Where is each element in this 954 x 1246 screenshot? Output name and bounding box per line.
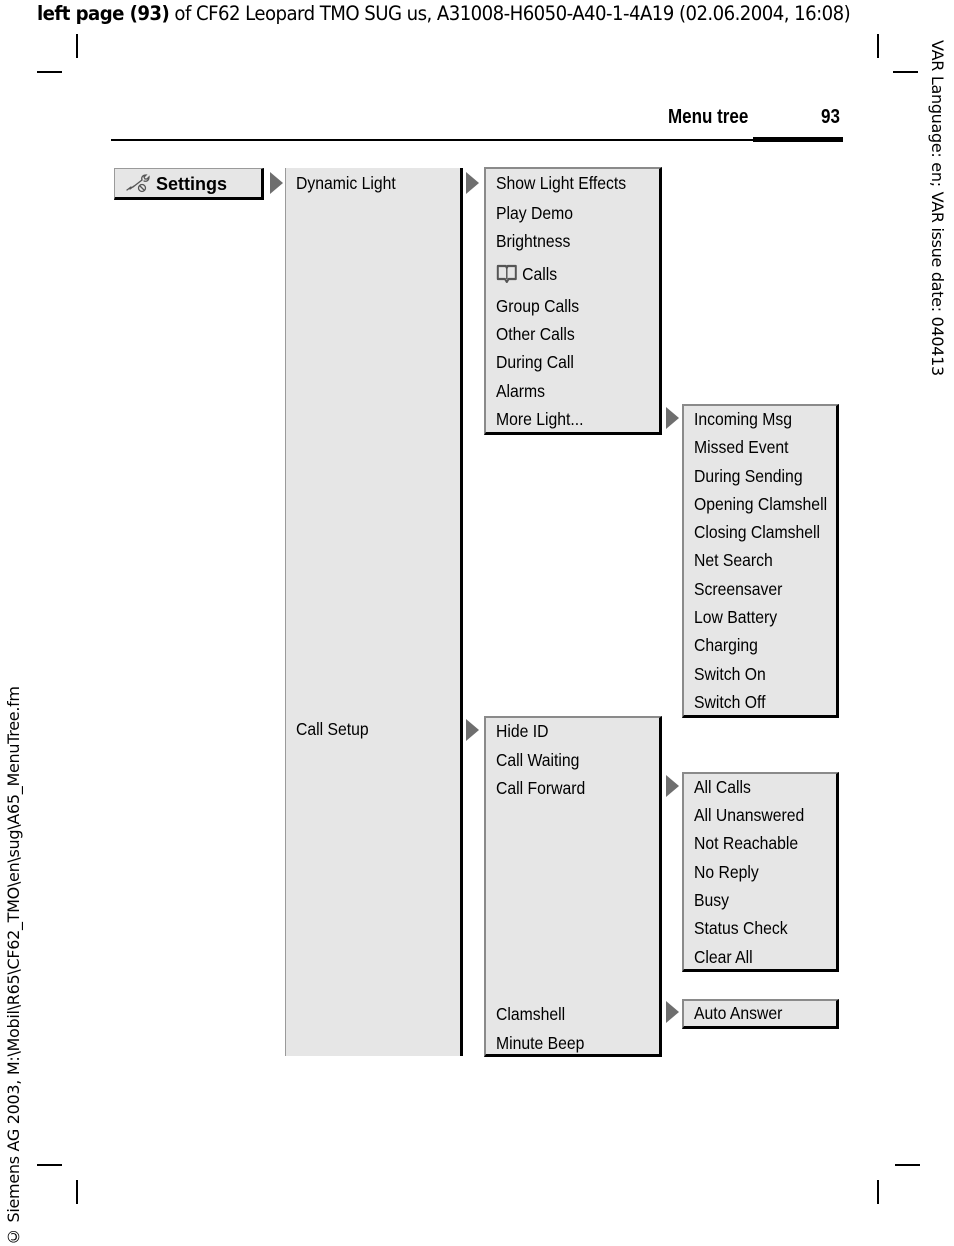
menu-item-dynamic-light[interactable]: Dynamic Light — [296, 173, 396, 193]
variant-info: VAR Language: en; VAR issue date: 040413 — [928, 40, 947, 376]
copyright-path: © Siemens AG 2003, M:\Mobil\R65\CF62_TMO… — [4, 686, 23, 1246]
page-number: 93 — [821, 106, 840, 128]
document-info: of CF62 Leopard TMO SUG us, A31008-H6050… — [169, 2, 851, 25]
more-light-submenu: Incoming Msg Missed Event During Sending… — [682, 404, 839, 718]
menu-item[interactable]: Show Light Effects — [496, 173, 626, 193]
menu-item[interactable]: Hide ID — [496, 721, 549, 741]
menu-item[interactable]: During Sending — [694, 466, 803, 486]
call-forward-submenu: All Calls All Unanswered Not Reachable N… — [682, 772, 839, 972]
menu-item[interactable]: Missed Event — [694, 437, 789, 457]
crop-mark — [895, 1164, 920, 1166]
menu-item[interactable]: During Call — [496, 352, 574, 372]
menu-item[interactable]: Screensaver — [694, 579, 782, 599]
menu-item-calls[interactable]: Calls — [496, 263, 557, 284]
menu-item[interactable]: Auto Answer — [694, 1003, 782, 1023]
menu-item[interactable]: Opening Clamshell — [694, 494, 827, 514]
submenu-arrow-icon — [666, 407, 679, 429]
wrench-icon — [126, 174, 150, 193]
dynamic-light-submenu: Show Light Effects Play Demo Brightness … — [484, 167, 662, 435]
submenu-arrow-icon — [466, 172, 479, 194]
crop-mark — [877, 34, 879, 58]
submenu-arrow-icon — [466, 719, 479, 741]
menu-item[interactable]: Brightness — [496, 231, 570, 251]
submenu-arrow-icon — [666, 775, 679, 797]
menu-item[interactable]: Switch Off — [694, 692, 765, 712]
menu-item-clamshell[interactable]: Clamshell — [496, 1004, 565, 1024]
menu-item[interactable]: Status Check — [694, 918, 788, 938]
menu-item[interactable]: Busy — [694, 890, 729, 910]
menu-item[interactable]: Other Calls — [496, 324, 575, 344]
menu-item[interactable]: Clear All — [694, 947, 753, 967]
crop-mark — [37, 1164, 62, 1166]
menu-item[interactable]: Call Waiting — [496, 750, 579, 770]
menu-root-settings[interactable]: Settings — [114, 168, 264, 200]
menu-item[interactable]: Group Calls — [496, 296, 579, 316]
clamshell-submenu: Auto Answer — [682, 999, 839, 1029]
header-rule-accent — [753, 137, 843, 142]
menu-item[interactable]: Not Reachable — [694, 833, 798, 853]
menu-item[interactable]: Low Battery — [694, 607, 777, 627]
menu-root-label: Settings — [156, 174, 228, 194]
menu-item-label: Calls — [522, 264, 558, 284]
crop-mark — [76, 1180, 78, 1204]
menu-item[interactable]: Minute Beep — [496, 1033, 584, 1053]
menu-item-call-setup[interactable]: Call Setup — [296, 719, 369, 739]
menu-item[interactable]: All Calls — [694, 777, 751, 797]
menu-item[interactable]: Switch On — [694, 664, 766, 684]
menu-item[interactable]: Charging — [694, 635, 758, 655]
menu-item[interactable]: No Reply — [694, 862, 759, 882]
settings-submenu: Dynamic Light Call Setup — [285, 168, 463, 1056]
submenu-arrow-icon — [270, 172, 283, 194]
document-header-line: left page (93) of CF62 Leopard TMO SUG u… — [37, 2, 851, 25]
menu-item[interactable]: Alarms — [496, 381, 545, 401]
menu-item[interactable]: All Unanswered — [694, 805, 804, 825]
call-setup-submenu: Hide ID Call Waiting Call Forward Clamsh… — [484, 716, 662, 1057]
menu-item-more-light[interactable]: More Light... — [496, 409, 584, 429]
crop-mark — [893, 71, 918, 73]
menu-item[interactable]: Closing Clamshell — [694, 522, 820, 542]
page-label: left page (93) — [37, 2, 170, 25]
menu-item-call-forward[interactable]: Call Forward — [496, 778, 585, 798]
crop-mark — [37, 71, 62, 73]
header-rule — [111, 139, 753, 141]
crop-mark — [877, 1180, 879, 1204]
crop-mark — [76, 34, 78, 58]
submenu-arrow-icon — [666, 1001, 679, 1023]
phonebook-icon — [496, 264, 517, 283]
menu-item[interactable]: Incoming Msg — [694, 409, 792, 429]
menu-item[interactable]: Net Search — [694, 550, 773, 570]
menu-item[interactable]: Play Demo — [496, 203, 573, 223]
section-title: Menu tree — [668, 106, 749, 128]
